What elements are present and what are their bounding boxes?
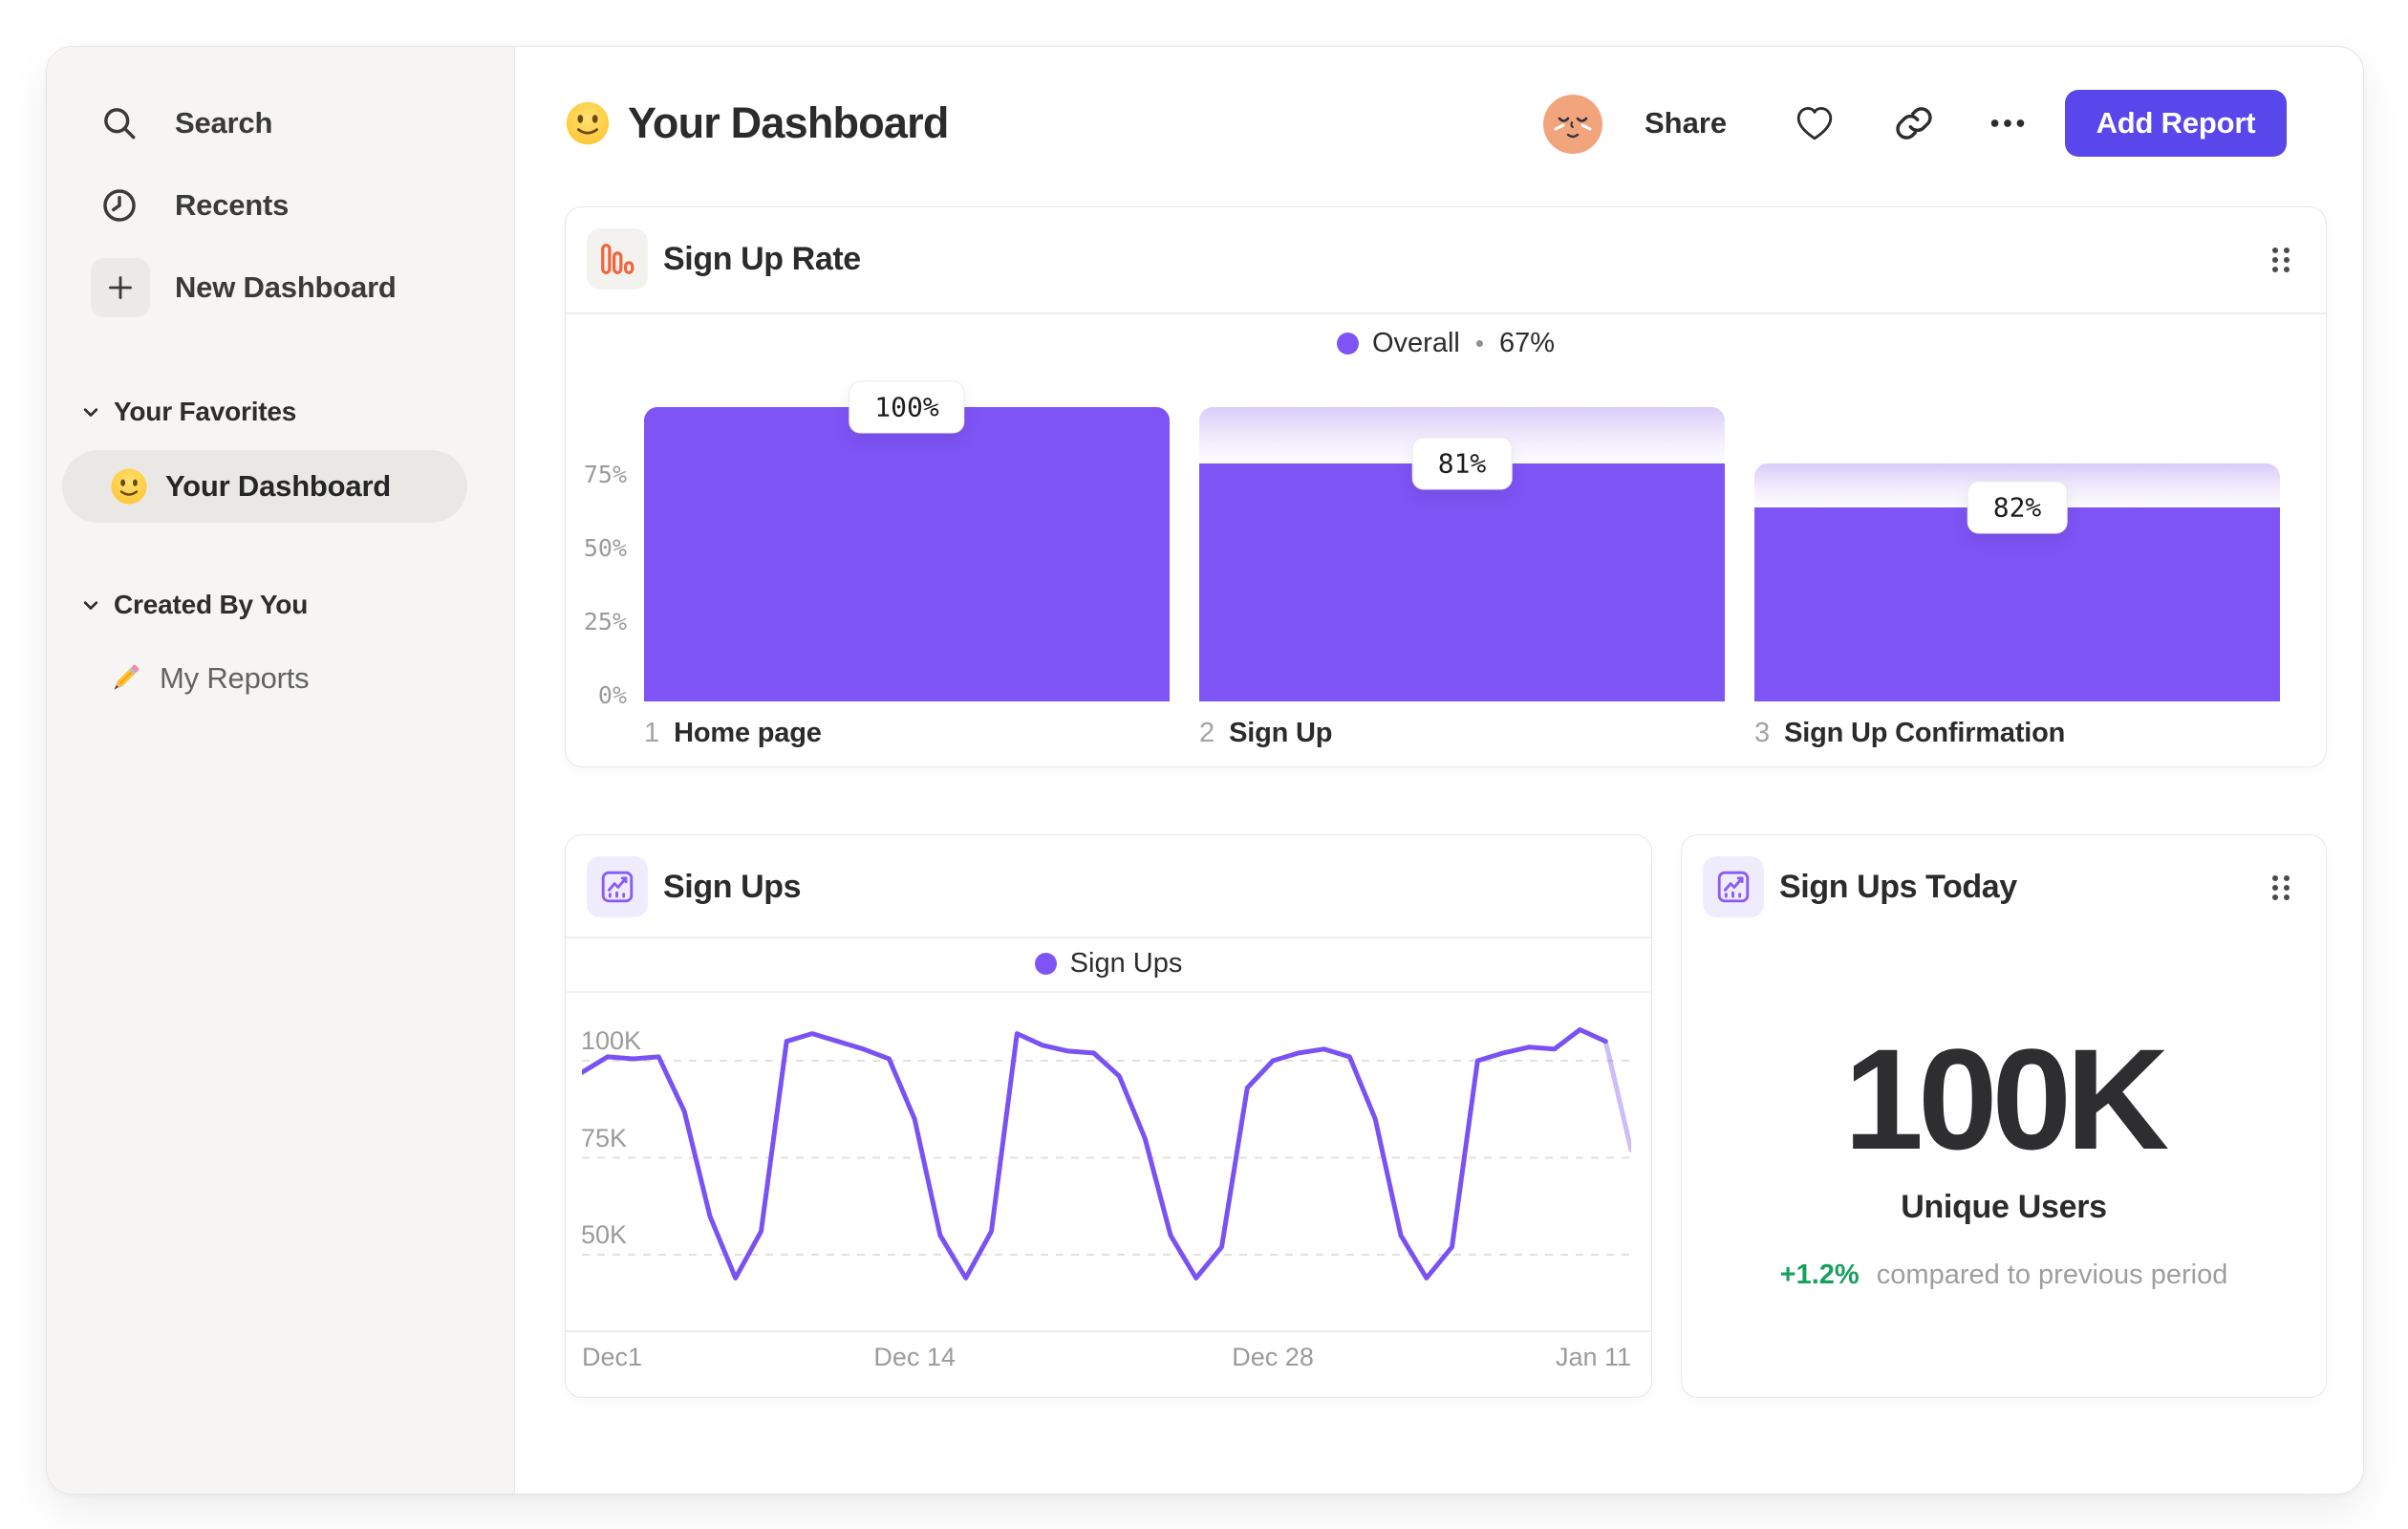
sidebar-item-label: New Dashboard bbox=[175, 270, 397, 304]
smiley-emoji bbox=[565, 100, 611, 146]
sidebar-item-recents[interactable]: Recents bbox=[47, 175, 514, 236]
signup-rate-card: Sign Up Rate Overall • 67% 75% 50% 25% 0% 1… bbox=[565, 206, 2327, 767]
sidebar: Search Recents New Dashboard Your Favori… bbox=[47, 47, 515, 1494]
funnel-step-name: Home page bbox=[674, 718, 822, 748]
funnel-value-badge: 100% bbox=[849, 380, 965, 434]
add-report-button[interactable]: Add Report bbox=[2065, 90, 2287, 157]
funnel-step-number: 2 bbox=[1199, 718, 1215, 748]
funnel-value-badge: 82% bbox=[1967, 481, 2068, 534]
legend-label: Overall bbox=[1371, 327, 1460, 358]
delta-value: +1.2% bbox=[1779, 1260, 1860, 1290]
funnel-chart-icon bbox=[587, 228, 648, 290]
funnel-bar[interactable]: 100% bbox=[644, 380, 1170, 701]
sidebar-item-label: Search bbox=[175, 106, 273, 140]
funnel-x-label: 3 Sign Up Confirmation bbox=[1754, 718, 2280, 749]
funnel-fill-segment bbox=[1199, 463, 1725, 701]
heart-icon[interactable] bbox=[1792, 100, 1838, 146]
sidebar-item-label: Recents bbox=[175, 188, 290, 222]
legend-value: 67% bbox=[1498, 327, 1555, 358]
search-icon bbox=[98, 102, 140, 144]
more-options-icon[interactable] bbox=[1985, 100, 2031, 146]
legend-label: Sign Ups bbox=[1069, 947, 1183, 979]
sidebar-item-search[interactable]: Search bbox=[47, 93, 514, 154]
divider bbox=[566, 937, 1651, 938]
funnel-step-name: Sign Up bbox=[1229, 718, 1333, 748]
drag-handle-icon[interactable] bbox=[2265, 244, 2297, 276]
link-icon[interactable] bbox=[1891, 100, 1937, 146]
funnel-step-number: 3 bbox=[1754, 718, 1771, 748]
divider bbox=[566, 312, 2326, 314]
card-title: Sign Ups Today bbox=[1779, 868, 2017, 905]
signups-line-chart[interactable] bbox=[579, 1001, 1634, 1330]
pencil-emoji bbox=[106, 659, 144, 698]
funnel-y-tick: 75% bbox=[583, 461, 627, 488]
funnel-y-tick: 0% bbox=[597, 681, 627, 709]
line-chart-icon bbox=[1703, 856, 1764, 917]
funnel-legend: Overall • 67% bbox=[566, 326, 2326, 360]
signups-card: Sign Ups Sign Ups 100K 75K 50K Dec1 Dec 14 D… bbox=[565, 834, 1652, 1398]
funnel-x-axis: 1 Home page 2 Sign Up 3 Sign Up Confirmation bbox=[644, 718, 2280, 749]
app-window: Search Recents New Dashboard Your Favori… bbox=[46, 46, 2364, 1495]
funnel-bar[interactable]: 82% bbox=[1754, 407, 2280, 701]
chevron-down-icon bbox=[77, 592, 104, 618]
signups-today-card: Sign Ups Today 100K Unique Users +1.2% c… bbox=[1681, 834, 2327, 1398]
sidebar-section-created-by-you[interactable]: Created By You bbox=[47, 582, 514, 628]
sidebar-section-your-favorites[interactable]: Your Favorites bbox=[47, 389, 514, 435]
sidebar-item-new-dashboard[interactable]: New Dashboard bbox=[47, 257, 514, 318]
sidebar-section-label: Created By You bbox=[114, 590, 309, 619]
clock-icon bbox=[98, 184, 140, 226]
delta-caption: compared to previous period bbox=[1876, 1260, 2228, 1290]
chart-baseline bbox=[566, 1330, 1651, 1332]
funnel-x-label: 1 Home page bbox=[644, 718, 1170, 749]
share-button[interactable]: Share bbox=[1645, 93, 1727, 154]
sidebar-item-my-reports[interactable]: My Reports bbox=[47, 652, 514, 705]
avatar[interactable] bbox=[1543, 95, 1602, 154]
sidebar-item-label: Your Dashboard bbox=[165, 469, 392, 503]
funnel-y-tick: 25% bbox=[583, 608, 627, 635]
funnel-bar[interactable]: 81% bbox=[1199, 407, 1725, 701]
metric-value: 100K bbox=[1843, 1019, 2170, 1179]
legend-dot bbox=[1336, 332, 1359, 355]
card-title: Sign Ups bbox=[663, 868, 802, 905]
funnel-step-number: 1 bbox=[644, 718, 660, 748]
page-title-text: Your Dashboard bbox=[628, 98, 949, 147]
metric-label: Unique Users bbox=[1901, 1189, 2107, 1225]
funnel-fill-segment bbox=[644, 407, 1170, 701]
line-x-tick: Dec 28 bbox=[1232, 1343, 1314, 1371]
line-y-tick: 75K bbox=[581, 1123, 628, 1152]
divider bbox=[566, 991, 1651, 993]
line-x-tick: Dec 14 bbox=[873, 1343, 956, 1371]
line-y-tick: 50K bbox=[581, 1220, 628, 1249]
card-title: Sign Up Rate bbox=[663, 240, 861, 277]
funnel-fill-segment bbox=[1754, 506, 2280, 701]
line-y-tick: 100K bbox=[581, 1026, 642, 1055]
sidebar-item-your-dashboard[interactable]: Your Dashboard bbox=[62, 450, 467, 523]
funnel-y-axis: 75% 50% 25% 0% bbox=[575, 407, 627, 709]
plus-icon bbox=[91, 258, 150, 317]
legend-dot bbox=[1034, 952, 1057, 975]
funnel-x-label: 2 Sign Up bbox=[1199, 718, 1725, 749]
line-x-axis: Dec1 Dec 14 Dec 28 Jan 11 bbox=[582, 1343, 1631, 1377]
chevron-down-icon bbox=[77, 398, 104, 425]
funnel-plot: 100% 81% 82% bbox=[644, 380, 2280, 701]
line-x-tick: Jan 11 bbox=[1555, 1343, 1631, 1371]
sidebar-section-label: Your Favorites bbox=[114, 397, 297, 426]
line-chart-icon bbox=[587, 856, 648, 917]
smiley-emoji bbox=[110, 467, 148, 506]
line-legend: Sign Ups bbox=[566, 946, 1651, 980]
drag-handle-icon[interactable] bbox=[2265, 872, 2297, 904]
funnel-y-tick: 50% bbox=[583, 534, 627, 562]
funnel-step-name: Sign Up Confirmation bbox=[1784, 718, 2066, 748]
sidebar-item-label: My Reports bbox=[160, 661, 310, 695]
funnel-value-badge: 81% bbox=[1411, 437, 1513, 490]
page-title: Your Dashboard bbox=[565, 93, 949, 154]
line-x-tick: Dec1 bbox=[582, 1343, 643, 1371]
metric-delta-row: +1.2% compared to previous period bbox=[1682, 1260, 2326, 1291]
legend-separator: • bbox=[1474, 328, 1484, 357]
